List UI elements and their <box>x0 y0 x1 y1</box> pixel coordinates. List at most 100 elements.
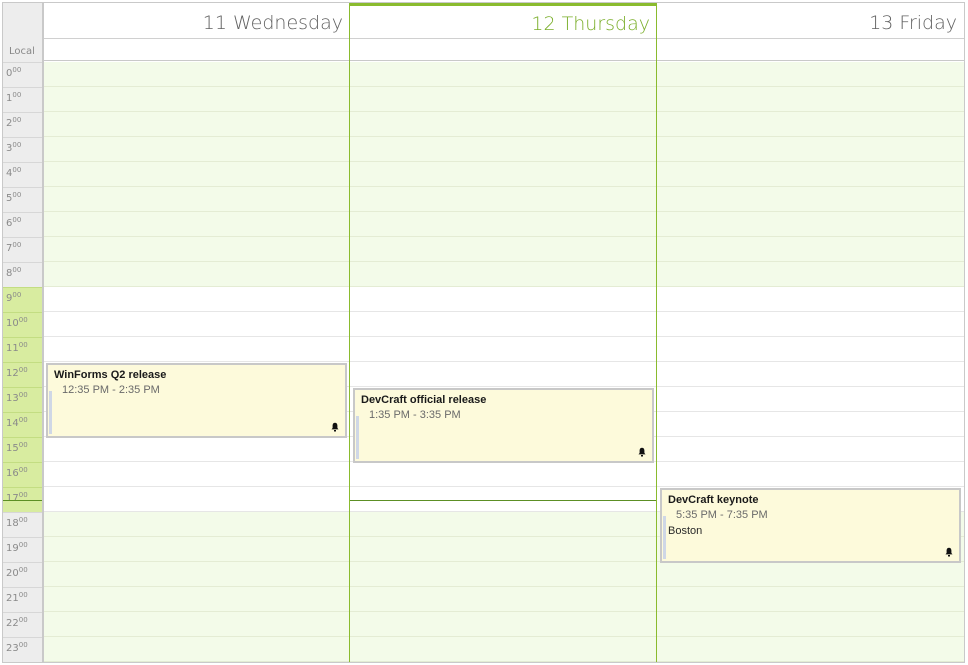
time-slot[interactable] <box>657 212 964 237</box>
time-slot[interactable] <box>43 512 350 537</box>
time-slot[interactable] <box>657 237 964 262</box>
time-slot[interactable] <box>350 112 657 137</box>
time-slot[interactable] <box>43 287 350 312</box>
time-slot[interactable] <box>350 612 657 637</box>
time-slot[interactable] <box>350 562 657 587</box>
day-column[interactable]: 13 Friday <box>657 3 964 662</box>
hour-label: 200 <box>3 112 42 137</box>
day-header[interactable]: 12 Thursday <box>350 3 657 39</box>
day-header[interactable]: 13 Friday <box>657 3 964 39</box>
time-slot[interactable] <box>657 187 964 212</box>
day-column[interactable]: 12 Thursday <box>350 3 657 662</box>
time-slot[interactable] <box>43 637 350 662</box>
time-slot[interactable] <box>350 287 657 312</box>
time-slot[interactable] <box>43 612 350 637</box>
time-slot[interactable] <box>657 62 964 87</box>
time-slot[interactable] <box>657 562 964 587</box>
hour-minutes: 00 <box>12 241 22 249</box>
day-header[interactable]: 11 Wednesday <box>43 3 350 39</box>
time-slot[interactable] <box>657 612 964 637</box>
time-slot[interactable] <box>43 162 350 187</box>
column-separator <box>349 3 350 662</box>
all-day-area[interactable] <box>350 39 657 61</box>
time-slot[interactable] <box>350 262 657 287</box>
time-slot[interactable] <box>657 387 964 412</box>
time-slot[interactable] <box>350 212 657 237</box>
time-slot[interactable] <box>43 212 350 237</box>
hour-minutes: 00 <box>18 391 28 399</box>
hour-label: 1500 <box>3 437 42 462</box>
time-slot[interactable] <box>350 587 657 612</box>
time-slot[interactable] <box>43 537 350 562</box>
time-slot[interactable] <box>43 237 350 262</box>
time-slot[interactable] <box>657 337 964 362</box>
time-slot[interactable] <box>350 337 657 362</box>
time-slot[interactable] <box>43 262 350 287</box>
time-slot[interactable] <box>657 437 964 462</box>
hour-minutes: 00 <box>18 641 28 649</box>
hour-number: 22 <box>6 618 19 629</box>
time-slot[interactable] <box>43 562 350 587</box>
time-slot[interactable] <box>657 462 964 487</box>
time-slot[interactable] <box>43 312 350 337</box>
hour-label: 700 <box>3 237 42 262</box>
time-slot[interactable] <box>43 437 350 462</box>
time-slot[interactable] <box>43 187 350 212</box>
hour-minutes: 00 <box>18 416 28 424</box>
time-slot[interactable] <box>657 112 964 137</box>
appointment[interactable]: WinForms Q2 release 12:35 PM - 2:35 PM <box>46 363 347 438</box>
hour-label: 1200 <box>3 362 42 387</box>
time-slot[interactable] <box>43 587 350 612</box>
time-slot[interactable] <box>43 62 350 87</box>
day-column[interactable]: 11 Wednesday <box>43 3 350 662</box>
hour-label: 2100 <box>3 587 42 612</box>
time-slot[interactable] <box>350 237 657 262</box>
hour-minutes: 00 <box>18 516 28 524</box>
all-day-area[interactable] <box>43 39 350 61</box>
hour-minutes: 00 <box>18 566 28 574</box>
time-slot[interactable] <box>657 162 964 187</box>
all-day-area[interactable] <box>657 39 964 61</box>
time-slot[interactable] <box>657 312 964 337</box>
time-slot[interactable] <box>350 187 657 212</box>
time-slot[interactable] <box>350 87 657 112</box>
appointment[interactable]: DevCraft keynote 5:35 PM - 7:35 PM Boston <box>660 488 961 563</box>
time-slot[interactable] <box>43 462 350 487</box>
hour-label: 1400 <box>3 412 42 437</box>
time-slot[interactable] <box>657 412 964 437</box>
time-slot[interactable] <box>657 262 964 287</box>
hour-number: 17 <box>6 493 19 504</box>
day-body <box>43 62 350 662</box>
time-slot[interactable] <box>657 362 964 387</box>
time-slot[interactable] <box>657 137 964 162</box>
hour-minutes: 00 <box>12 141 22 149</box>
appointment[interactable]: DevCraft official release 1:35 PM - 3:35 … <box>353 388 654 463</box>
time-slot[interactable] <box>657 87 964 112</box>
time-slot[interactable] <box>350 537 657 562</box>
time-slot[interactable] <box>350 137 657 162</box>
time-slot[interactable] <box>43 137 350 162</box>
hour-label: 1100 <box>3 337 42 362</box>
time-slot[interactable] <box>43 337 350 362</box>
time-slot[interactable] <box>43 87 350 112</box>
time-slot[interactable] <box>350 162 657 187</box>
time-slot[interactable] <box>43 487 350 512</box>
time-slot[interactable] <box>350 637 657 662</box>
time-slot[interactable] <box>350 512 657 537</box>
hour-label: 100 <box>3 87 42 112</box>
time-slot[interactable] <box>350 62 657 87</box>
hour-number: 21 <box>6 593 19 604</box>
hour-minutes: 00 <box>12 116 22 124</box>
time-slot[interactable] <box>43 112 350 137</box>
time-slot[interactable] <box>657 587 964 612</box>
time-slot[interactable] <box>657 637 964 662</box>
hour-label: 1300 <box>3 387 42 412</box>
time-slot[interactable] <box>350 362 657 387</box>
scheduler-week-view: Local 000 100 200 300 400 500 600 700 800 900 1000… <box>2 2 965 663</box>
hour-minutes: 00 <box>12 191 22 199</box>
time-slot[interactable] <box>350 462 657 487</box>
appointment-time: 5:35 PM - 7:35 PM <box>676 509 768 521</box>
time-slot[interactable] <box>657 287 964 312</box>
time-slot[interactable] <box>350 312 657 337</box>
hour-minutes: 00 <box>18 616 28 624</box>
